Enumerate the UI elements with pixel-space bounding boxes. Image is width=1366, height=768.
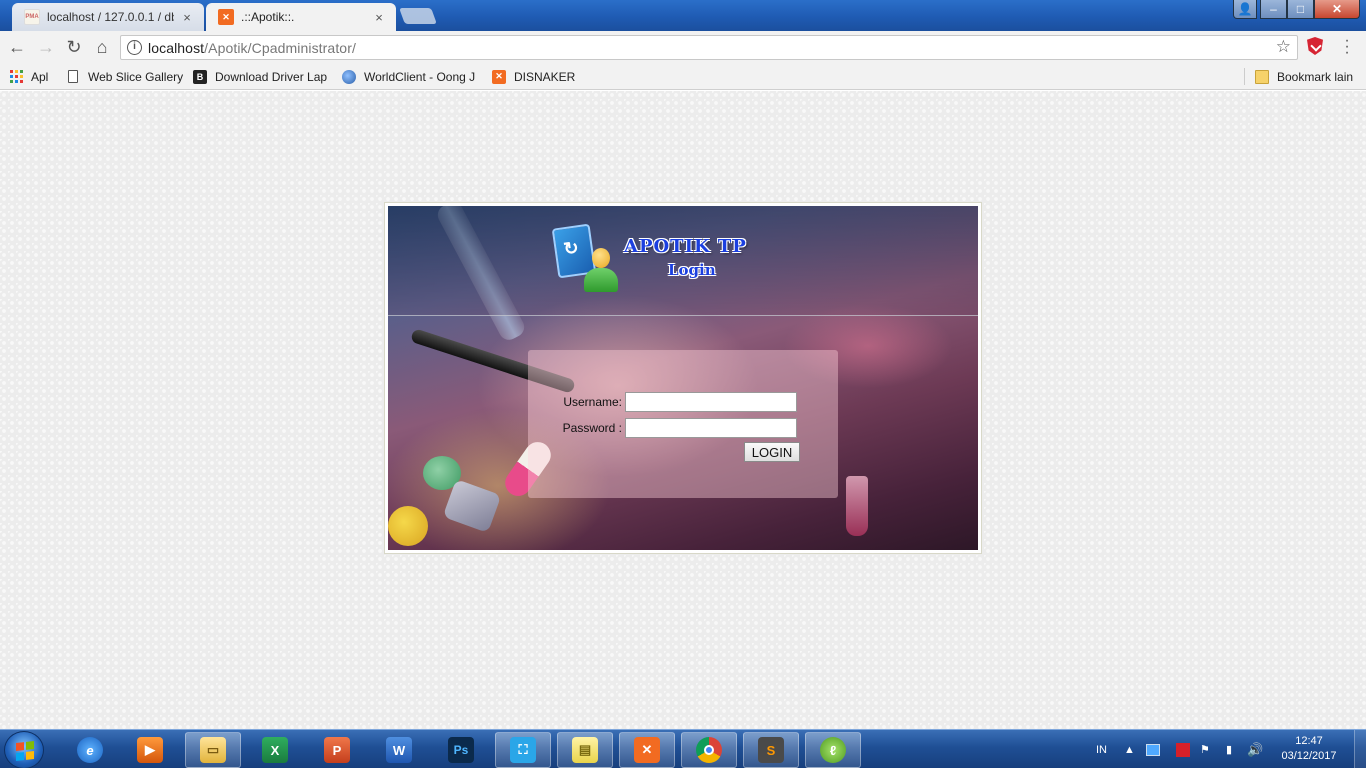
photoshop-icon[interactable]: Ps (433, 732, 489, 768)
password-row: Password : (528, 418, 797, 438)
bookmark-star-icon[interactable]: ☆ (1276, 37, 1291, 57)
clock-date: 03/12/2017 (1281, 750, 1337, 762)
app-title: APOTIK TP (624, 236, 747, 257)
volume-icon[interactable]: 🔊 (1247, 730, 1263, 768)
dreamweaver-icon[interactable]: ℓ (805, 732, 861, 768)
windows-logo-icon (16, 741, 34, 761)
username-input[interactable] (625, 392, 797, 412)
forward-arrow-icon[interactable]: → (35, 36, 57, 58)
tab-phpmyadmin[interactable]: PMA localhost / 127.0.0.1 / db × (12, 3, 204, 31)
login-form: Username: Password : LOGIN (528, 350, 838, 498)
password-input[interactable] (625, 418, 797, 438)
tab-close-icon[interactable]: × (372, 10, 386, 25)
login-subtitle: Login (668, 261, 716, 279)
pill-decoration (388, 506, 428, 546)
url-host: localhost (148, 40, 205, 56)
internet-explorer-icon[interactable]: e (62, 732, 118, 768)
language-indicator[interactable]: IN (1096, 730, 1107, 768)
tab-title: localhost / 127.0.0.1 / db (47, 10, 174, 24)
browser-toolbar: ← → ↻ ⌂ i localhost/Apotik/Cpadministrat… (0, 31, 1366, 63)
battery-tray-icon[interactable]: ▮ (1226, 730, 1232, 768)
new-tab-button[interactable] (399, 8, 437, 24)
clock-time: 12:47 (1295, 735, 1323, 747)
bookmark-label: Web Slice Gallery (88, 69, 184, 84)
username-row: Username: (528, 392, 797, 412)
antivirus-tray-icon[interactable] (1176, 730, 1190, 768)
bookmark-download-driver[interactable]: B Download Driver Lap (193, 68, 327, 85)
tab-apotik[interactable]: ✕ .::Apotik::. × (206, 3, 396, 31)
network-tray-icon[interactable] (1146, 730, 1160, 768)
show-hidden-icons[interactable]: ▲ (1124, 730, 1135, 768)
media-player-icon[interactable]: ▶ (122, 732, 178, 768)
username-label: Username: (563, 395, 622, 409)
close-window-button[interactable]: ✕ (1314, 0, 1360, 19)
excel-icon[interactable]: X (247, 732, 303, 768)
password-label: Password : (562, 421, 622, 435)
sublime-text-icon[interactable]: S (743, 732, 799, 768)
user-icon (584, 248, 618, 294)
bookmark-worldclient[interactable]: WorldClient - Oong J (342, 68, 478, 85)
tab-title: .::Apotik::. (241, 10, 295, 24)
page-icon (66, 70, 80, 84)
powerpoint-icon[interactable]: P (309, 732, 365, 768)
bookmark-label: Bookmark lain (1277, 69, 1354, 84)
minimize-button[interactable]: – (1260, 0, 1287, 19)
sticky-notes-icon[interactable]: ▤ (557, 732, 613, 768)
xampp-icon: ✕ (218, 9, 234, 25)
home-icon[interactable]: ⌂ (91, 36, 113, 58)
bookmark-label: DISNAKER (514, 69, 576, 84)
bookmark-apps[interactable]: Apl (10, 68, 48, 85)
bookmark-web-slice-gallery[interactable]: Web Slice Gallery (66, 68, 184, 85)
bookmark-disnaker[interactable]: ✕ DISNAKER (492, 68, 575, 85)
apps-grid-icon (10, 70, 23, 83)
folder-icon (1255, 69, 1269, 84)
profile-icon[interactable]: 👤 (1233, 0, 1257, 19)
phpmyadmin-icon: PMA (24, 9, 40, 25)
bookmark-label: Download Driver Lap (215, 69, 327, 84)
bookmark-other-folder[interactable]: Bookmark lain (1244, 68, 1353, 85)
address-bar[interactable]: i localhost/Apotik/Cpadministrator/ ☆ (120, 35, 1298, 60)
menu-dots-icon[interactable]: · · · (1342, 33, 1352, 61)
globe-icon (342, 69, 356, 84)
bookmark-label: WorldClient - Oong J (364, 69, 476, 84)
word-icon[interactable]: W (371, 732, 427, 768)
xampp-icon: ✕ (492, 69, 506, 84)
tab-close-icon[interactable]: × (180, 10, 194, 25)
show-desktop-button[interactable] (1354, 730, 1366, 768)
bookmarks-bar: Apl Web Slice Gallery B Download Driver … (0, 63, 1366, 90)
bookmark-label: Apl (31, 69, 49, 84)
page-background: APOTIK TP Login Username: Password : LOG… (0, 91, 1366, 729)
blogger-icon: B (193, 69, 207, 84)
address-url[interactable]: localhost/Apotik/Cpadministrator/ (148, 40, 356, 56)
snipping-tool-icon[interactable]: ⛶ (495, 732, 551, 768)
back-arrow-icon[interactable]: ← (6, 36, 28, 58)
login-button[interactable]: LOGIN (744, 442, 800, 462)
windows-taskbar: e ▶ ▭ X P W Ps ⛶ ▤ ✕ S ℓ IN ▲ ⚑ ▮ 🔊 12:4… (0, 729, 1366, 768)
url-path: /Apotik/Cpadministrator/ (204, 40, 356, 56)
site-info-icon[interactable]: i (127, 40, 142, 55)
browser-titlebar: PMA localhost / 127.0.0.1 / db × ✕ .::Ap… (0, 0, 1366, 31)
login-banner: APOTIK TP Login Username: Password : LOG… (388, 206, 978, 550)
start-button[interactable] (4, 731, 44, 768)
flag-tray-icon[interactable]: ⚑ (1200, 730, 1210, 768)
flask-decoration (846, 476, 868, 536)
login-container: APOTIK TP Login Username: Password : LOG… (384, 202, 982, 554)
reload-icon[interactable]: ↻ (63, 36, 85, 58)
file-explorer-icon[interactable]: ▭ (185, 732, 241, 768)
chrome-icon[interactable] (681, 732, 737, 768)
xampp-icon[interactable]: ✕ (619, 732, 675, 768)
maximize-button[interactable]: □ (1287, 0, 1314, 19)
system-clock[interactable]: 12:47 03/12/2017 (1278, 734, 1340, 764)
